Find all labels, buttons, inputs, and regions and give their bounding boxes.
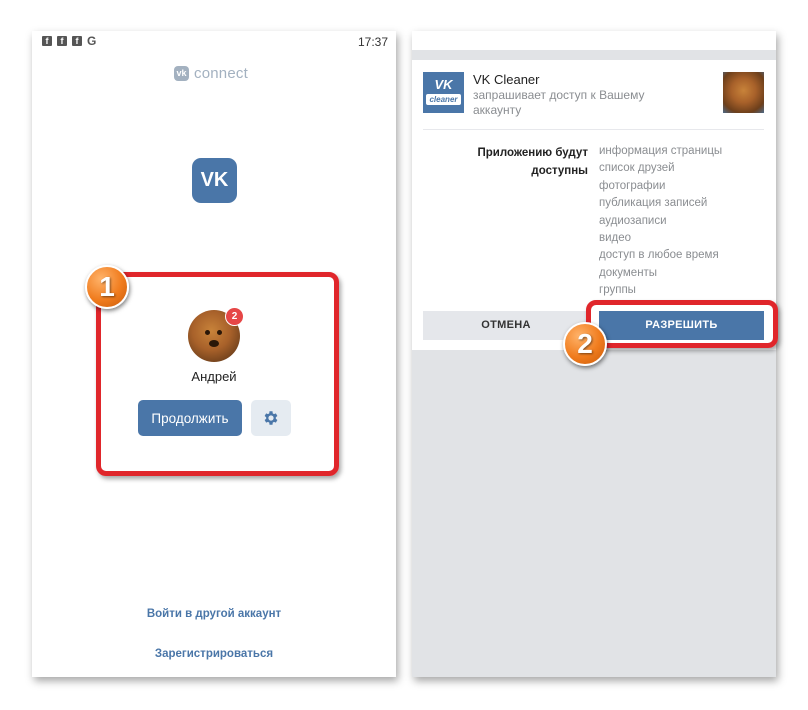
vk-connect-brand: vk connect: [174, 65, 248, 82]
divider: [423, 129, 764, 130]
register-link[interactable]: Зарегистрироваться: [32, 648, 396, 660]
permission-item: документы: [599, 266, 658, 279]
google-icon: G: [87, 34, 97, 48]
facebook-icon: f: [72, 36, 82, 46]
facebook-icon: f: [57, 36, 67, 46]
user-avatar: [723, 72, 764, 113]
app-request-text: запрашивает доступ к Вашему аккаунту: [473, 88, 645, 117]
permission-item: список друзей: [599, 162, 675, 175]
vk-small-logo-icon: vk: [174, 66, 189, 81]
permission-item: видео: [599, 232, 632, 245]
permission-item: аудиозаписи: [599, 214, 667, 227]
highlight-box-1: [96, 272, 339, 476]
vk-logo-icon: VK: [192, 158, 237, 203]
highlight-box-2: [586, 300, 778, 348]
step-number-1: 1: [85, 265, 129, 309]
status-time: 17:37: [357, 35, 388, 49]
permission-item: публикация записей: [599, 197, 708, 210]
permission-item: фотографии: [599, 179, 666, 192]
app-logo: VK cleaner: [423, 72, 464, 113]
permissions-label: Приложению будут доступны: [477, 147, 589, 177]
permission-item: доступ в любое время: [599, 249, 719, 262]
connect-label: connect: [194, 65, 248, 82]
status-bar: f f f G 17:37: [32, 31, 396, 53]
permission-item: группы: [599, 284, 636, 297]
permissions-list: информация страницы список друзей фотогр…: [599, 143, 722, 300]
other-account-link[interactable]: Войти в другой аккаунт: [32, 608, 396, 620]
facebook-icon: f: [42, 36, 52, 46]
app-name: VK Cleaner: [473, 72, 540, 87]
step-number-2: 2: [563, 322, 607, 366]
permission-item: информация страницы: [599, 145, 723, 157]
